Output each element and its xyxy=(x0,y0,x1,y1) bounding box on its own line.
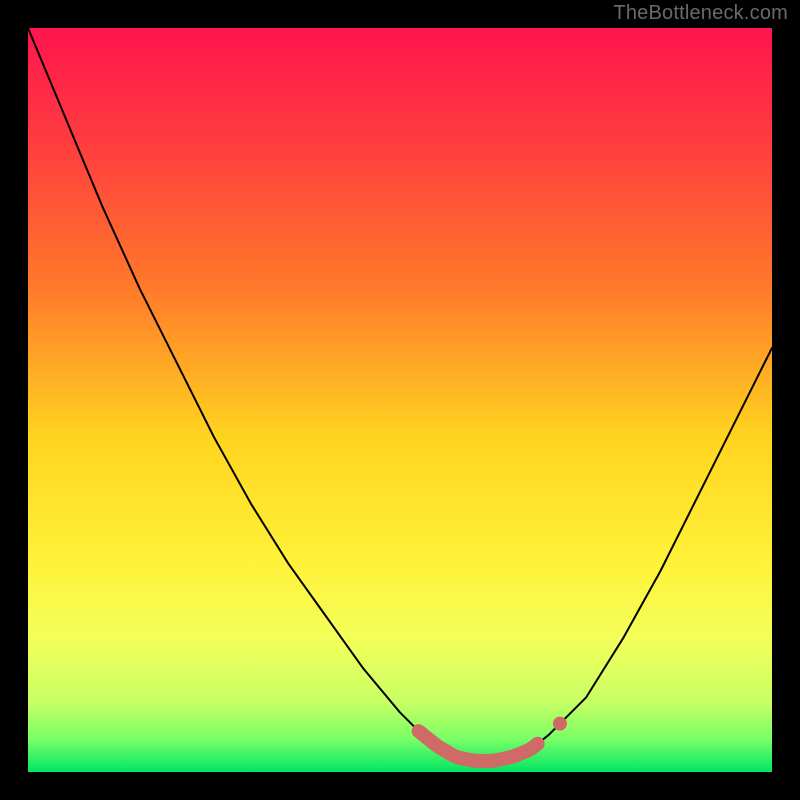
watermark-text: TheBottleneck.com xyxy=(613,2,788,25)
chart-svg xyxy=(0,0,800,800)
gradient-background xyxy=(28,28,772,772)
chart-stage: TheBottleneck.com xyxy=(0,0,800,800)
highlight-end-dot xyxy=(553,717,567,731)
